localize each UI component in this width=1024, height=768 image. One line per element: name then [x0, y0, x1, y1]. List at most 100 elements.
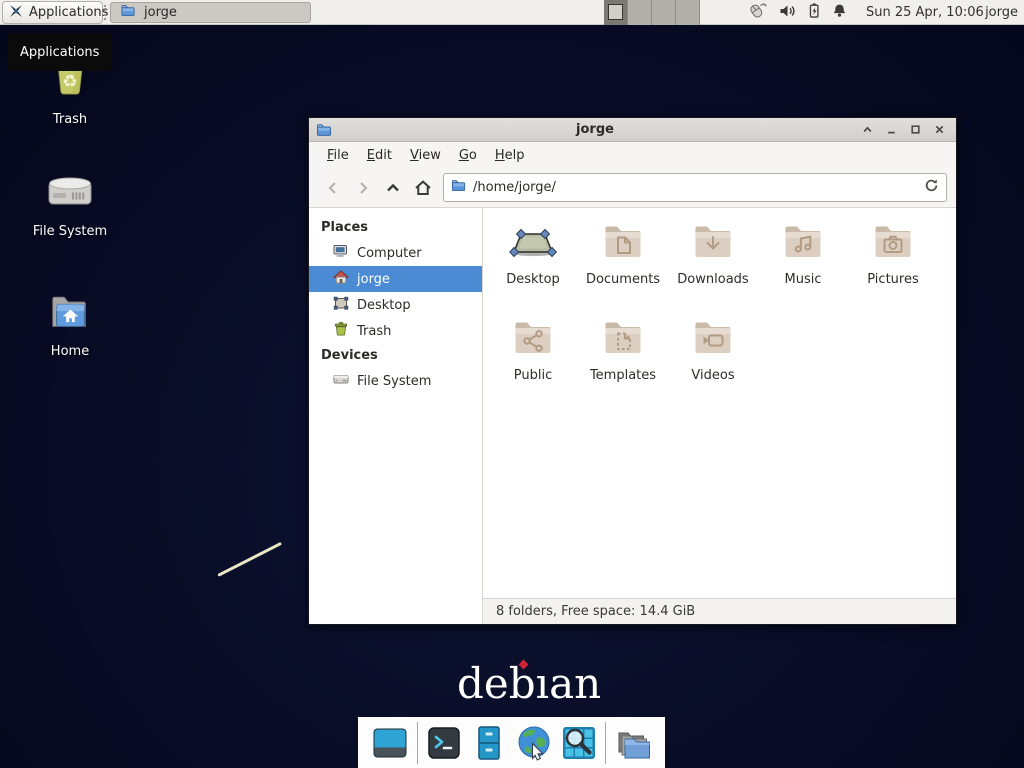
- window-folder-icon: [316, 122, 332, 138]
- sidebar-item-label: File System: [357, 374, 431, 389]
- menu-view[interactable]: View: [401, 144, 450, 167]
- computer-icon: [333, 243, 349, 263]
- sidebar-header-devices: Devices: [309, 344, 482, 368]
- file-label: Pictures: [867, 272, 918, 287]
- debian-text-post: an: [549, 659, 601, 708]
- svg-text:♻: ♻: [62, 72, 77, 92]
- file-item-music[interactable]: Music: [758, 218, 848, 314]
- desktop-icon-label: Home: [51, 344, 89, 359]
- file-label: Videos: [691, 368, 734, 383]
- maximize-button[interactable]: [906, 120, 925, 139]
- file-grid: Desktop: [483, 208, 956, 598]
- directory-menu-launcher[interactable]: [613, 724, 653, 762]
- path-text[interactable]: /home/jorge/: [473, 180, 917, 195]
- folder-downloads-icon: [689, 218, 737, 270]
- stray-line-artifact: [217, 542, 282, 577]
- close-button[interactable]: [930, 120, 949, 139]
- harddrive-icon: [46, 170, 94, 220]
- taskbar-window-label: jorge: [144, 5, 177, 20]
- folder-videos-icon: [689, 314, 737, 366]
- file-manager-launcher[interactable]: [470, 724, 508, 762]
- window-title: jorge: [332, 122, 858, 137]
- panel-clock[interactable]: Sun 25 Apr, 10:06: [866, 0, 984, 25]
- sidebar-header-places: Places: [309, 216, 482, 240]
- workspace-window-thumb: [608, 4, 623, 20]
- panel-grip[interactable]: [104, 5, 108, 20]
- file-label: Public: [514, 368, 552, 383]
- menu-go[interactable]: Go: [450, 144, 486, 167]
- workspace-2[interactable]: [628, 0, 652, 25]
- menubar: File Edit View Go Help: [309, 142, 956, 168]
- file-label: Desktop: [506, 272, 560, 287]
- file-label: Templates: [590, 368, 656, 383]
- file-item-templates[interactable]: Templates: [578, 314, 668, 410]
- sidebar-item-label: Trash: [357, 324, 391, 339]
- xfce-applications-icon: [8, 3, 24, 23]
- home-icon: [333, 269, 349, 289]
- volume-icon[interactable]: [778, 2, 797, 24]
- desktop-icon-filesystem[interactable]: File System: [22, 170, 118, 239]
- workspace-4[interactable]: [676, 0, 700, 25]
- folder-templates-icon: [599, 314, 647, 366]
- file-item-pictures[interactable]: Pictures: [848, 218, 938, 314]
- file-item-downloads[interactable]: Downloads: [668, 218, 758, 314]
- battery-icon[interactable]: [806, 1, 822, 24]
- folder-documents-icon: [599, 218, 647, 270]
- taskbar-window-button[interactable]: jorge: [110, 2, 311, 23]
- window-titlebar[interactable]: jorge: [309, 118, 956, 142]
- file-item-public[interactable]: Public: [488, 314, 578, 410]
- sidebar-item-label: jorge: [357, 272, 390, 287]
- desktop-pad-icon: [509, 218, 557, 270]
- statusbar: 8 folders, Free space: 14.4 GiB: [483, 598, 956, 624]
- applications-menu-button[interactable]: Applications: [2, 1, 103, 24]
- sidebar-item-filesystem[interactable]: File System: [309, 368, 482, 394]
- file-item-desktop[interactable]: Desktop: [488, 218, 578, 314]
- file-item-documents[interactable]: Documents: [578, 218, 668, 314]
- shade-button[interactable]: [858, 120, 877, 139]
- system-tray: [747, 0, 848, 25]
- home-folder-icon: [47, 290, 93, 340]
- path-folder-icon: [451, 178, 466, 197]
- menu-edit[interactable]: Edit: [358, 144, 401, 167]
- desktop-icon-home[interactable]: Home: [22, 290, 118, 359]
- mouse-settings-icon[interactable]: [747, 1, 769, 25]
- workspace-3[interactable]: [652, 0, 676, 25]
- terminal-launcher[interactable]: [425, 724, 463, 762]
- panel-user-menu[interactable]: jorge: [985, 0, 1018, 25]
- file-item-videos[interactable]: Videos: [668, 314, 758, 410]
- harddrive-small-icon: [333, 371, 349, 391]
- file-label: Music: [785, 272, 822, 287]
- applications-tooltip: Applications: [8, 33, 112, 71]
- reload-icon[interactable]: [924, 178, 939, 197]
- tooltip-text: Applications: [20, 45, 99, 60]
- sidebar-item-desktop[interactable]: Desktop: [309, 292, 482, 318]
- desktop-icon: [333, 295, 349, 315]
- applications-menu-label: Applications: [29, 5, 108, 20]
- file-label: Documents: [586, 272, 660, 287]
- minimize-button[interactable]: [882, 120, 901, 139]
- back-button[interactable]: [318, 173, 348, 203]
- sidebar-item-computer[interactable]: Computer: [309, 240, 482, 266]
- dock-separator: [605, 722, 606, 764]
- workspace-1[interactable]: [604, 0, 628, 25]
- home-button[interactable]: [408, 173, 438, 203]
- sidebar-item-jorge[interactable]: jorge: [309, 266, 482, 292]
- main-column: Desktop: [483, 208, 956, 624]
- sidebar-item-label: Desktop: [357, 298, 411, 313]
- application-finder-launcher[interactable]: [560, 724, 598, 762]
- location-bar[interactable]: /home/jorge/: [443, 173, 947, 202]
- up-button[interactable]: [378, 173, 408, 203]
- menu-help[interactable]: Help: [486, 144, 534, 167]
- window-controls: [858, 120, 949, 139]
- desktop-icon-label: Trash: [53, 112, 87, 127]
- sidebar-item-trash[interactable]: Trash: [309, 318, 482, 344]
- debian-wordmark: debıan: [457, 660, 601, 708]
- show-desktop-launcher[interactable]: [370, 724, 410, 762]
- workspace-pager: [604, 0, 700, 25]
- menu-file[interactable]: File: [318, 144, 358, 167]
- window-body: Places Computer: [309, 208, 956, 624]
- web-browser-launcher[interactable]: [515, 724, 553, 762]
- forward-button[interactable]: [348, 173, 378, 203]
- desktop-root: Applications jorge: [0, 0, 1024, 768]
- notifications-bell-icon[interactable]: [831, 2, 848, 24]
